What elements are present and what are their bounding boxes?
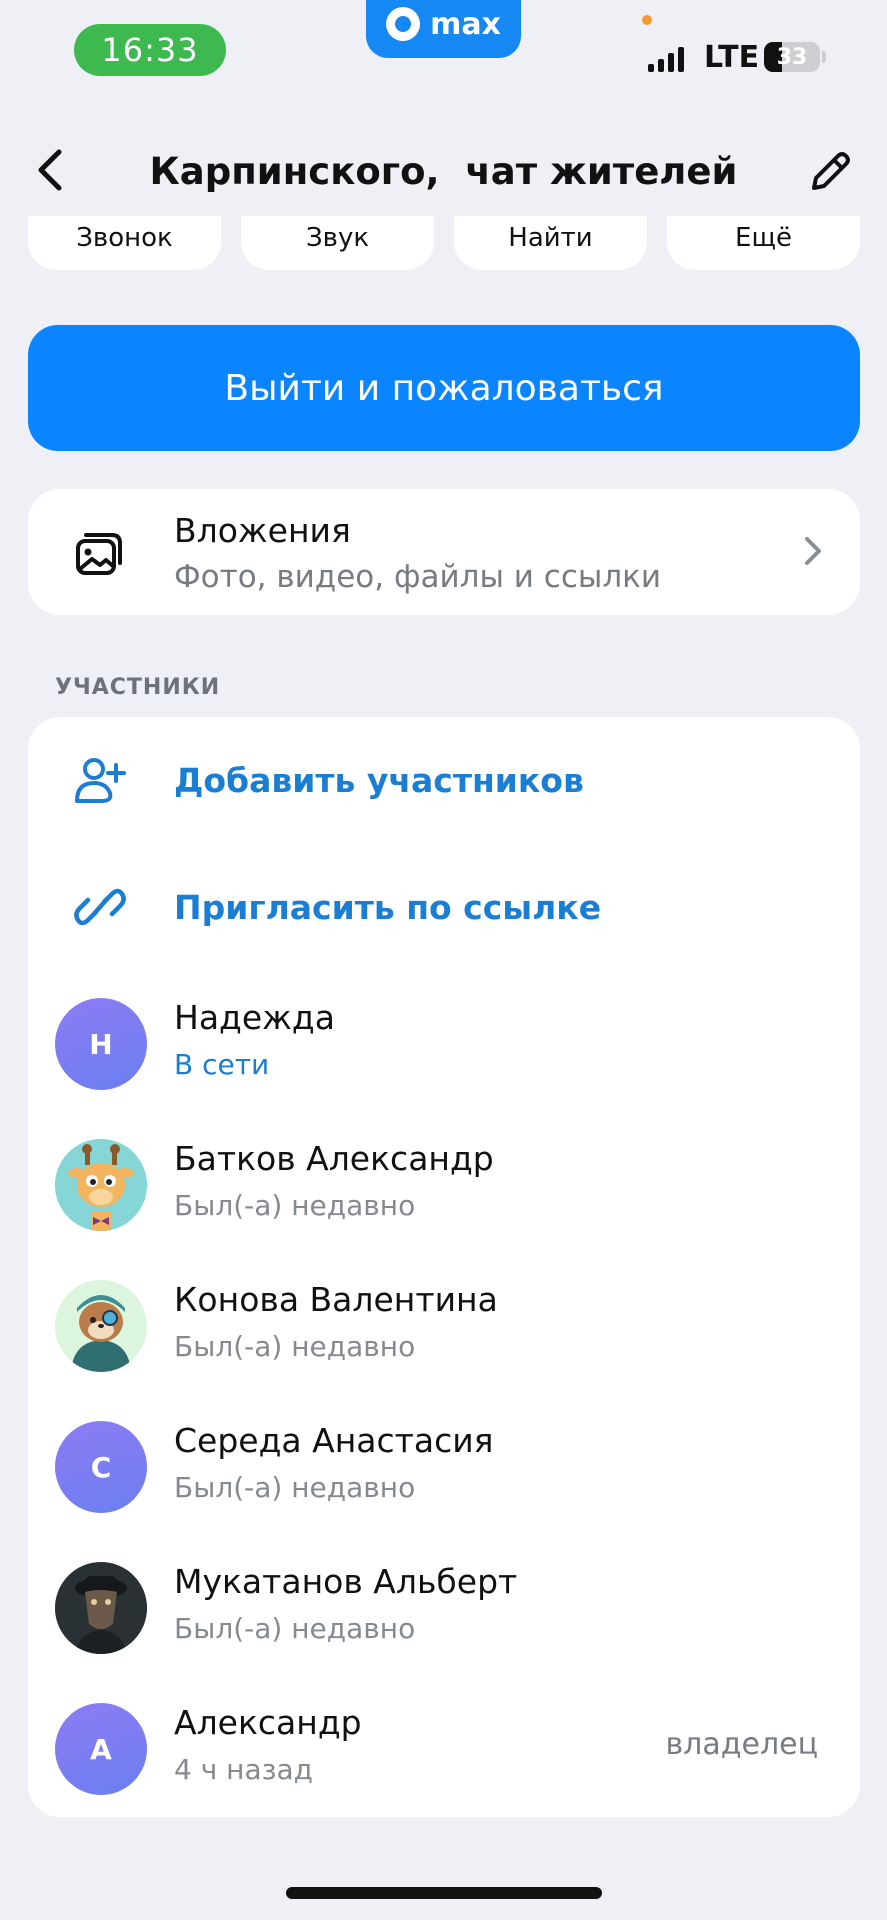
privacy-dot-icon <box>642 15 652 25</box>
battery-icon: 33 <box>764 42 820 72</box>
member-row[interactable]: Батков Александр Был(-а) недавно <box>28 1121 860 1251</box>
avatar <box>55 1280 147 1372</box>
member-name: Конова Валентина <box>174 1280 498 1319</box>
otter-avatar-icon <box>55 1280 147 1372</box>
invite-link-label: Пригласить по ссылке <box>174 888 602 927</box>
status-bar: 16:33 max LTE 33 <box>0 0 887 110</box>
member-name: Середа Анастасия <box>174 1421 494 1460</box>
chevron-left-icon <box>38 149 62 191</box>
member-name: Александр <box>174 1703 362 1742</box>
attachments-item[interactable]: Вложения Фото, видео, файлы и ссылки <box>28 489 860 615</box>
member-name: Батков Александр <box>174 1139 494 1178</box>
pencil-icon <box>812 152 850 190</box>
app-name: max <box>430 6 501 42</box>
member-row[interactable]: Мукатанов Альберт Был(-а) недавно <box>28 1544 860 1674</box>
members-section-label: УЧАСТНИКИ <box>55 675 221 700</box>
avatar: А <box>55 1703 147 1795</box>
call-button[interactable]: Звонок <box>28 216 221 270</box>
sound-button[interactable]: Звук <box>241 216 434 270</box>
avatar: Н <box>55 998 147 1090</box>
more-button[interactable]: Ещё <box>667 216 860 270</box>
max-logo-icon <box>386 7 421 41</box>
app-indicator: max <box>366 0 521 58</box>
network-type: LTE <box>704 40 760 75</box>
back-button[interactable] <box>22 142 78 198</box>
member-status: 4 ч назад <box>174 1753 314 1786</box>
invite-link-button[interactable]: Пригласить по ссылке <box>28 852 860 962</box>
page-title: Карпинского, чат жителей <box>149 150 738 193</box>
link-icon <box>74 888 126 926</box>
chat-header: Карпинского, чат жителей <box>0 120 887 220</box>
member-status: В сети <box>174 1048 270 1081</box>
member-status: Был(-а) недавно <box>174 1612 416 1645</box>
search-button[interactable]: Найти <box>454 216 647 270</box>
member-status: Был(-а) недавно <box>174 1471 416 1504</box>
add-members-label: Добавить участников <box>174 761 584 800</box>
owner-badge: владелец <box>665 1727 819 1762</box>
member-row[interactable]: Н Надежда В сети <box>28 980 860 1110</box>
member-status: Был(-а) недавно <box>174 1189 416 1222</box>
gallery-icon <box>76 533 122 575</box>
member-status: Был(-а) недавно <box>174 1330 416 1363</box>
quick-actions: Звонок Звук Найти Ещё <box>28 216 860 270</box>
avatar <box>55 1139 147 1231</box>
chevron-right-icon <box>805 537 821 565</box>
member-name: Мукатанов Альберт <box>174 1562 518 1601</box>
battery-level: 33 <box>776 44 808 70</box>
member-row[interactable]: Конова Валентина Был(-а) недавно <box>28 1262 860 1392</box>
battery-tip <box>822 51 826 63</box>
avatar <box>55 1562 147 1654</box>
leave-and-report-button[interactable]: Выйти и пожаловаться <box>28 325 860 451</box>
member-row[interactable]: С Середа Анастасия Был(-а) недавно <box>28 1403 860 1533</box>
time-text: 16:33 <box>101 31 199 69</box>
goat-avatar-icon <box>55 1562 147 1654</box>
home-indicator[interactable] <box>286 1887 602 1899</box>
member-name: Надежда <box>174 998 335 1037</box>
attachments-title: Вложения <box>174 511 351 550</box>
signal-icon <box>648 46 684 72</box>
edit-button[interactable] <box>800 142 860 202</box>
avatar: С <box>55 1421 147 1513</box>
time-indicator: 16:33 <box>74 24 226 76</box>
giraffe-avatar-icon <box>55 1139 147 1231</box>
add-user-icon <box>75 758 126 803</box>
members-card: Добавить участников Пригласить по ссылке… <box>28 717 860 1817</box>
add-members-button[interactable]: Добавить участников <box>28 725 860 835</box>
member-row[interactable]: А Александр 4 ч назад владелец <box>28 1685 860 1815</box>
attachments-subtitle: Фото, видео, файлы и ссылки <box>174 559 662 595</box>
